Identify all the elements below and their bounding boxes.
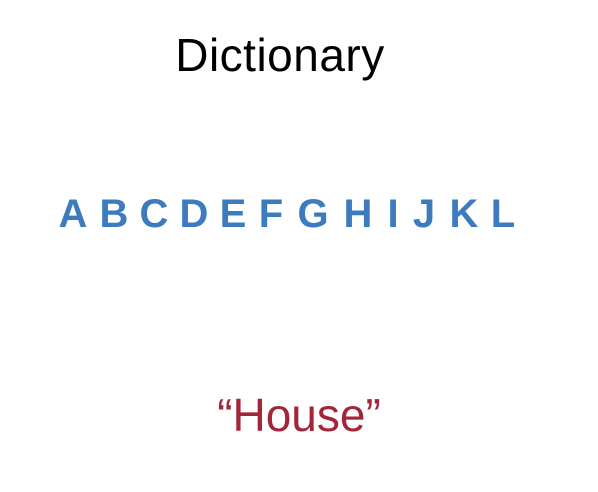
alphabet-row: A B C D E F G H I J K L — [52, 192, 520, 237]
letter-k: K — [449, 192, 479, 236]
example-word: “House” — [217, 389, 381, 441]
letter-b: B — [99, 192, 129, 236]
letter-j: J — [412, 192, 436, 236]
letter-l: L — [490, 192, 516, 236]
letter-e: E — [219, 192, 247, 236]
letter-d: D — [179, 192, 209, 236]
letter-g: G — [297, 192, 329, 236]
letter-c: C — [139, 192, 169, 236]
slide-title: Dictionary — [175, 29, 385, 81]
letter-h: H — [343, 192, 373, 236]
slide: Dictionary A B C D E F G H I J K L “Hous… — [0, 0, 598, 492]
letter-a: A — [58, 192, 88, 236]
letter-i: I — [387, 192, 399, 236]
letter-f: F — [258, 192, 284, 236]
